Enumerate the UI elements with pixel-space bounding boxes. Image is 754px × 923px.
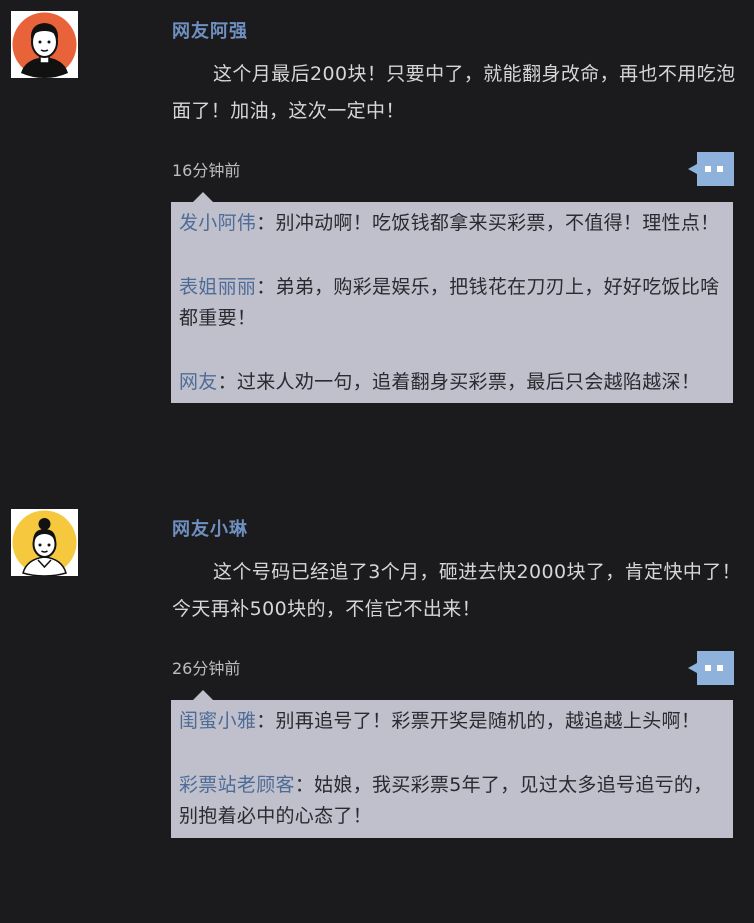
- reply-item: 发小阿伟：别冲动啊！吃饭钱都拿来买彩票，不值得！理性点！: [179, 208, 725, 240]
- comment-icon[interactable]: [688, 651, 734, 685]
- timestamp: 16分钟前: [172, 161, 241, 180]
- reply-separator: ：: [256, 710, 276, 732]
- reply-name[interactable]: 闺蜜小雅: [179, 710, 256, 732]
- reply-item: 表姐丽丽：弟弟，购彩是娱乐，把钱花在刀刃上，好好吃饭比啥都重要！: [179, 272, 725, 335]
- reply-item: 网友：过来人劝一句，追着翻身买彩票，最后只会越陷越深！: [179, 367, 725, 399]
- avatar[interactable]: [11, 509, 78, 576]
- reply-name[interactable]: 发小阿伟: [179, 212, 256, 234]
- reply-separator: ：: [217, 370, 237, 393]
- reply-name[interactable]: 表姐丽丽: [179, 276, 256, 298]
- post-content: 这个月最后200块！只要中了，就能翻身改命，再也不用吃泡面了！加油，这次一定中！: [172, 63, 736, 122]
- reply-item: 彩票站老顾客：姑娘，我买彩票5年了，见过太多追号追亏的，别抱着必中的心态了！: [179, 770, 725, 833]
- woman-avatar-icon: [11, 509, 78, 576]
- post-content: 这个号码已经追了3个月，砸进去快2000块了，肯定快中了！今天再补500块的，不…: [172, 561, 742, 620]
- reply-list: 闺蜜小雅：别再追号了！彩票开奖是随机的，越追越上头啊！ 彩票站老顾客：姑娘，我买…: [171, 690, 733, 838]
- reply-list: 发小阿伟：别冲动啊！吃饭钱都拿来买彩票，不值得！理性点！ 表姐丽丽：弟弟，购彩是…: [171, 192, 733, 403]
- reply-separator: ：: [256, 275, 276, 298]
- reply-separator: ：: [294, 773, 315, 796]
- reply-separator: ：: [256, 212, 276, 234]
- reply-text: 别冲动啊！吃饭钱都拿来买彩票，不值得！理性点！: [275, 212, 720, 234]
- man-avatar-icon: [11, 11, 78, 78]
- reply-text: 过来人劝一句，追着翻身买彩票，最后只会越陷越深！: [236, 370, 701, 393]
- username[interactable]: 网友小琳: [172, 518, 248, 542]
- reply-item: 闺蜜小雅：别再追号了！彩票开奖是随机的，越追越上头啊！: [179, 706, 725, 738]
- reply-text: 别再追号了！彩票开奖是随机的，越追越上头啊！: [275, 710, 701, 732]
- username[interactable]: 网友阿强: [172, 20, 248, 44]
- timestamp: 26分钟前: [172, 659, 241, 678]
- reply-name[interactable]: 彩票站老顾客: [179, 774, 295, 796]
- avatar[interactable]: [11, 11, 78, 78]
- reply-name[interactable]: 网友: [179, 371, 218, 393]
- comment-icon[interactable]: [688, 152, 734, 186]
